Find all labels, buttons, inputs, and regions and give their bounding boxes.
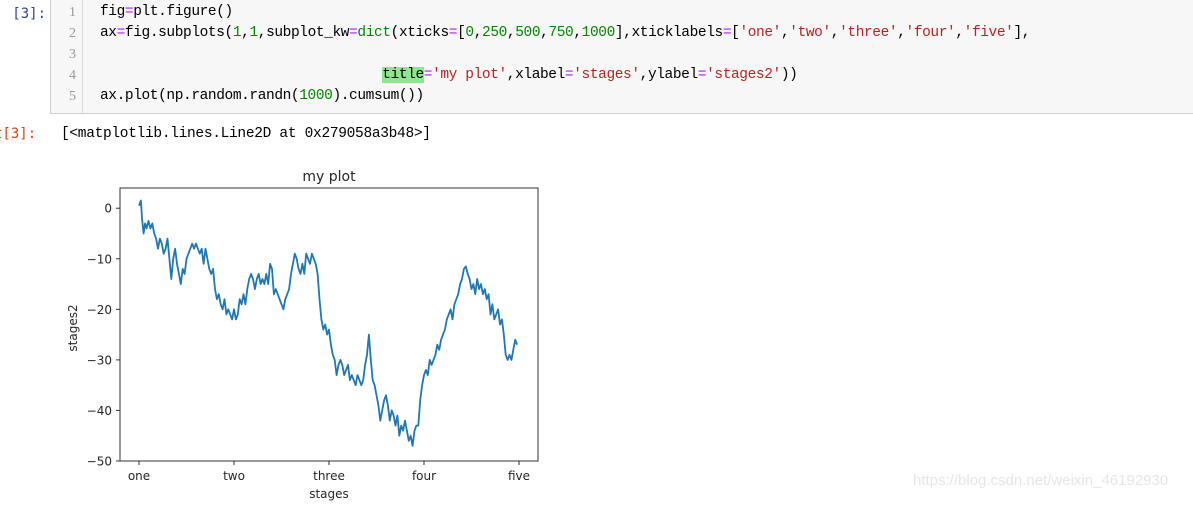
code-token: = [564,67,574,83]
code-token: ).cumsum()) [332,88,424,104]
code-token: 'one' [739,25,781,41]
code-token: ax [100,25,117,41]
x-axis-label: stages [309,487,349,501]
code-token: 0 [465,25,474,41]
y-tick-label: 0 [104,202,112,216]
code-token: 1 [232,25,242,41]
code-token: 1000 [299,88,333,104]
code-token: 750 [548,25,574,41]
code-token: = [423,67,433,83]
code-line[interactable]: ax=fig.subplots(1,1,subplot_kw=dict(xtic… [100,23,1030,44]
y-tick-label: −30 [87,353,112,367]
y-tick-label: −20 [87,303,112,317]
code-token: title [382,67,424,83]
line-number: 4 [69,68,76,83]
code-token: = [124,4,134,20]
code-token: , [473,25,483,41]
code-token: fig.subplots( [124,25,233,41]
code-token: 'stages2' [706,67,781,83]
code-line[interactable]: title='my plot',xlabel='stages',ylabel='… [100,65,798,86]
line-number: 1 [69,5,76,20]
code-token: 'three' [839,25,898,41]
code-token: ,ylabel [639,67,699,83]
line-number: 2 [69,26,76,41]
code-token: )) [780,67,798,83]
line-chart: my plot one two three four five 0 −10 −20 −30 −4… [60,160,560,501]
line-number-gutter: 1 2 3 4 5 [51,0,83,113]
code-token: , [897,25,906,41]
x-tick-label: four [412,469,436,483]
y-axis-label: stages2 [66,304,80,351]
code-token: plt.figure() [133,4,233,20]
y-tick-label: −10 [87,252,112,266]
code-token: 1000 [581,25,616,41]
code-token: ax.plot(np.random.randn( [100,88,300,104]
code-token: ,subplot_kw [257,25,350,41]
code-token: = [448,25,458,41]
code-token: 1 [249,25,258,41]
code-token: , [830,25,840,41]
code-token: = [697,67,707,83]
watermark: https://blog.csdn.net/weixin_46192930 [913,472,1169,489]
plot-output: my plot one two three four five 0 −10 −20 −30 −4… [60,160,560,501]
x-tick-label: one [128,469,150,483]
code-token: , [573,25,582,41]
code-token: 500 [515,25,541,41]
cell-output-text: [<matplotlib.lines.Line2D at 0x279058a3b… [61,126,431,142]
code-line[interactable]: ax.plot(np.random.randn(1000).cumsum()) [100,86,424,107]
code-token: 'stages' [573,67,640,83]
x-tick-label: five [508,469,530,483]
code-token: ], [1013,25,1031,41]
input-prompt: [3]: [12,6,46,22]
code-token: 'two' [789,25,831,41]
line-number: 3 [69,47,76,62]
output-prompt: t[3]: [0,126,37,142]
code-token: 'five' [963,25,1014,41]
chart-title: my plot [302,169,356,185]
x-tick-label: two [223,469,245,483]
code-token: , [955,25,964,41]
y-tick-label: −40 [87,404,112,418]
code-token: ,xlabel [506,67,566,83]
x-tick-label: three [313,469,345,483]
code-token: ],xticklabels [614,25,723,41]
code-token: = [722,25,732,41]
code-token: 'four' [905,25,956,41]
code-token: fig [100,4,125,20]
figure-background [60,160,560,501]
code-token: dict [357,25,391,41]
code-line[interactable]: fig=plt.figure() [100,2,233,23]
code-token: , [506,25,516,41]
code-token: = [116,25,126,41]
line-number: 5 [69,89,76,104]
code-token: (xticks [390,25,450,41]
code-token: 250 [482,25,507,41]
code-cell-input[interactable]: 12345 fig=plt.figure() ax=fig.subplots(1,… [50,0,1193,114]
code-token: 'my plot' [432,67,507,83]
y-tick-label: −50 [87,455,112,469]
